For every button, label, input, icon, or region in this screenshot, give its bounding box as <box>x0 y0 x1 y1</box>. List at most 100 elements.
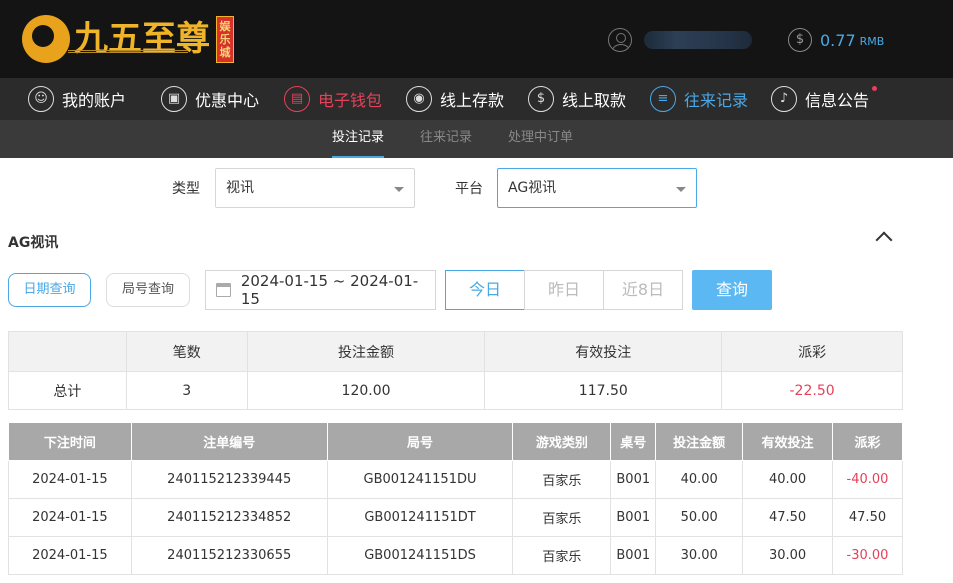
nav-online-deposit[interactable]: ◉ 线上存款 <box>406 78 504 120</box>
logo-mark-icon <box>22 15 70 63</box>
table-row: 2024-01-15 240115212334852 GB001241151DT… <box>8 498 903 537</box>
payout: 47.50 <box>832 498 903 537</box>
last-8-days-button[interactable]: 近8日 <box>603 270 683 310</box>
summary-table: 笔数 投注金额 有效投注 派彩 总计 3 120.00 117.50 -22.5… <box>8 331 903 410</box>
brand-badge: 娱乐城 <box>216 15 234 63</box>
logo-underline <box>68 50 188 53</box>
table-id: B001 <box>610 536 657 575</box>
wallet-icon: ▤ <box>284 86 310 112</box>
type-select[interactable]: 视讯 <box>215 168 415 208</box>
nav-label: 电子钱包 <box>318 91 383 110</box>
nav-records[interactable]: ≡ 往来记录 <box>650 78 748 120</box>
detail-header: 局号 <box>326 422 514 461</box>
summary-header-row: 笔数 投注金额 有效投注 派彩 <box>8 331 903 372</box>
summary-payout: -22.50 <box>721 371 903 410</box>
today-button[interactable]: 今日 <box>445 270 525 310</box>
date-range-picker[interactable]: 2024-01-15 ~ 2024-01-15 <box>205 270 436 310</box>
platform-select-value: AG视讯 <box>508 180 557 196</box>
nav-label: 往来记录 <box>684 91 749 110</box>
nav-label: 信息公告 <box>805 91 870 110</box>
bet-amount: 40.00 <box>655 460 744 499</box>
nav-online-withdraw[interactable]: $ 线上取款 <box>528 78 626 120</box>
user-avatar-icon <box>608 28 632 52</box>
tab-bet-records[interactable]: 投注记录 <box>332 120 385 158</box>
bet-amount: 30.00 <box>655 536 744 575</box>
detail-header: 下注时间 <box>8 422 132 461</box>
brand-logo[interactable]: 九五至尊 娱乐城 <box>22 10 234 68</box>
nav-my-account[interactable]: ☺ 我的账户 <box>28 78 126 120</box>
round-query-button[interactable]: 局号查询 <box>106 273 190 307</box>
date-query-button[interactable]: 日期查询 <box>8 273 91 307</box>
platform-select[interactable]: AG视讯 <box>497 168 697 208</box>
nav-promotions[interactable]: ▣ 优惠中心 <box>161 78 259 120</box>
detail-header: 派彩 <box>832 422 903 461</box>
main-nav: ☺ 我的账户 ▣ 优惠中心 ▤ 电子钱包 ◉ 线上存款 $ 线上取款 ≡ 往来记… <box>0 78 953 120</box>
chevron-down-icon <box>676 187 686 192</box>
bet-time: 2024-01-15 <box>8 536 132 575</box>
deposit-icon: ◉ <box>406 86 432 112</box>
summary-header: 投注金额 <box>246 331 486 372</box>
collapse-chevron-icon[interactable] <box>875 231 893 249</box>
bet-id: 240115212339445 <box>130 460 328 499</box>
dollar-icon: $ <box>788 28 812 52</box>
nav-label: 优惠中心 <box>195 91 260 110</box>
summary-total-row: 总计 3 120.00 117.50 -22.50 <box>8 371 903 410</box>
valid-bet: 40.00 <box>742 460 833 499</box>
nav-label: 我的账户 <box>62 91 127 110</box>
section-title: AG视讯 <box>8 235 59 251</box>
nav-announcements[interactable]: ♪ 信息公告 <box>771 78 878 120</box>
bell-icon: ♪ <box>771 86 797 112</box>
tab-transactions[interactable]: 往来记录 <box>420 120 472 158</box>
summary-valid: 117.50 <box>484 371 723 410</box>
balance-value: 0.77 <box>820 30 856 50</box>
type-label: 类型 <box>172 181 200 197</box>
detail-header: 有效投注 <box>742 422 833 461</box>
detail-header: 游戏类别 <box>512 422 612 461</box>
valid-bet: 47.50 <box>742 498 833 537</box>
user-icon: ☺ <box>28 86 54 112</box>
bet-detail-table: 下注时间 注单编号 局号 游戏类别 桌号 投注金额 有效投注 派彩 2024-0… <box>8 422 903 575</box>
summary-amount: 120.00 <box>246 371 486 410</box>
search-button[interactable]: 查询 <box>692 270 772 310</box>
valid-bet: 30.00 <box>742 536 833 575</box>
detail-header: 注单编号 <box>130 422 328 461</box>
bet-id: 240115212334852 <box>130 498 328 537</box>
round-id: GB001241151DS <box>326 536 514 575</box>
platform-label: 平台 <box>455 181 483 197</box>
summary-header <box>8 331 127 372</box>
detail-header: 桌号 <box>610 422 657 461</box>
round-id: GB001241151DU <box>326 460 514 499</box>
summary-label: 总计 <box>8 371 127 410</box>
game-type: 百家乐 <box>512 536 612 575</box>
date-range-value: 2024-01-15 ~ 2024-01-15 <box>240 272 419 308</box>
notification-dot <box>872 86 878 91</box>
nav-label: 线上存款 <box>440 91 505 110</box>
nav-e-wallet[interactable]: ▤ 电子钱包 <box>284 78 382 120</box>
yesterday-button[interactable]: 昨日 <box>524 270 604 310</box>
table-id: B001 <box>610 460 657 499</box>
round-id: GB001241151DT <box>326 498 514 537</box>
username-redacted <box>644 31 752 49</box>
payout: -30.00 <box>832 536 903 575</box>
detail-header: 投注金额 <box>655 422 744 461</box>
balance-display: $ 0.77 RMB <box>788 28 884 52</box>
withdraw-icon: $ <box>528 86 554 112</box>
table-id: B001 <box>610 498 657 537</box>
summary-count: 3 <box>125 371 248 410</box>
table-row: 2024-01-15 240115212330655 GB001241151DS… <box>8 536 903 575</box>
tab-pending-orders[interactable]: 处理中订单 <box>508 120 573 158</box>
chevron-down-icon <box>394 187 404 192</box>
bet-id: 240115212330655 <box>130 536 328 575</box>
payout: -40.00 <box>832 460 903 499</box>
user-area[interactable] <box>608 28 752 52</box>
detail-header-row: 下注时间 注单编号 局号 游戏类别 桌号 投注金额 有效投注 派彩 <box>8 422 903 461</box>
bet-time: 2024-01-15 <box>8 460 132 499</box>
game-type: 百家乐 <box>512 498 612 537</box>
calendar-icon <box>216 283 231 297</box>
gift-icon: ▣ <box>161 86 187 112</box>
type-select-value: 视讯 <box>226 180 254 196</box>
game-type: 百家乐 <box>512 460 612 499</box>
summary-header: 派彩 <box>721 331 903 372</box>
bet-time: 2024-01-15 <box>8 498 132 537</box>
summary-header: 笔数 <box>125 331 248 372</box>
